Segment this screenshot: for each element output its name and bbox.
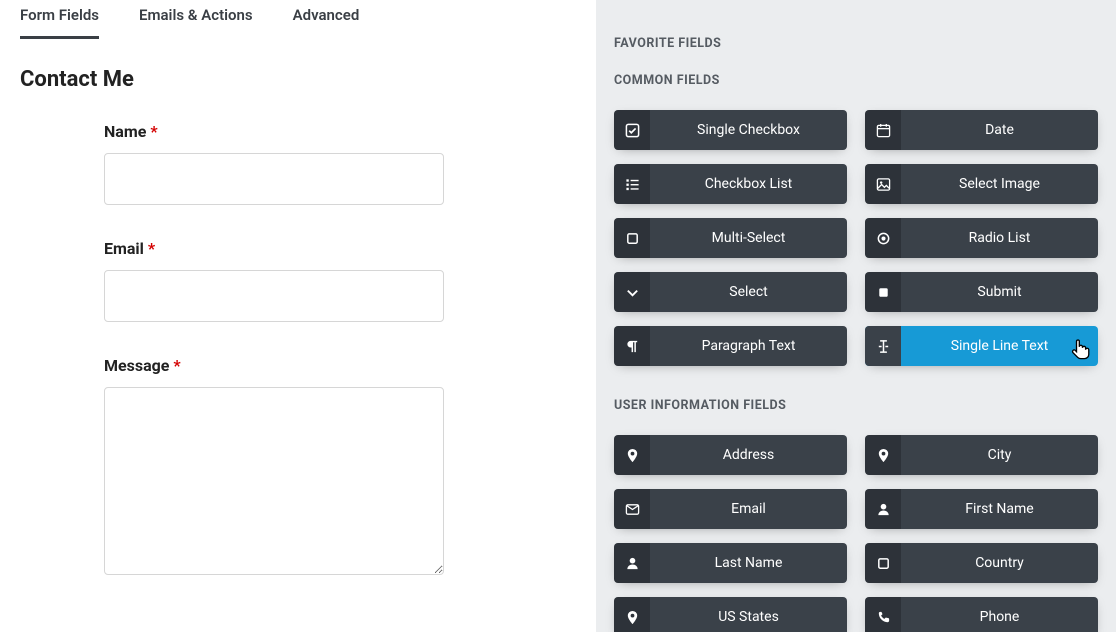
field-message: Message *	[104, 356, 492, 579]
map-pin-icon	[865, 435, 901, 475]
name-input[interactable]	[104, 153, 444, 205]
square-outline-icon	[614, 218, 650, 258]
field-label: Select	[650, 284, 847, 300]
field-single-checkbox[interactable]: Single Checkbox	[614, 110, 847, 150]
list-icon	[614, 164, 650, 204]
common-fields-header: COMMON FIELDS	[614, 73, 1098, 88]
field-city[interactable]: City	[865, 435, 1098, 475]
email-label-row: Email *	[104, 239, 492, 258]
form-editor-panel: Form Fields Emails & Actions Advanced Co…	[0, 0, 596, 632]
field-email[interactable]: Email	[614, 489, 847, 529]
calendar-icon	[865, 110, 901, 150]
field-label: Country	[901, 555, 1098, 571]
square-outline-icon	[865, 543, 901, 583]
field-label: US States	[650, 609, 847, 625]
field-label: Checkbox List	[650, 176, 847, 192]
text-cursor-icon	[865, 326, 901, 366]
field-checkbox-list[interactable]: Checkbox List	[614, 164, 847, 204]
field-submit[interactable]: Submit	[865, 272, 1098, 312]
tab-emails-actions[interactable]: Emails & Actions	[139, 0, 253, 39]
field-select-image[interactable]: Select Image	[865, 164, 1098, 204]
user-info-fields-header: USER INFORMATION FIELDS	[614, 398, 1098, 413]
email-required-marker: *	[148, 239, 155, 258]
field-label: First Name	[901, 501, 1098, 517]
tab-form-fields[interactable]: Form Fields	[20, 0, 99, 39]
field-label: Submit	[901, 284, 1098, 300]
name-required-marker: *	[150, 122, 157, 141]
message-textarea[interactable]	[104, 387, 444, 575]
paragraph-icon	[614, 326, 650, 366]
field-label: Date	[901, 122, 1098, 138]
field-label: City	[901, 447, 1098, 463]
field-phone[interactable]: Phone	[865, 597, 1098, 632]
tab-advanced[interactable]: Advanced	[293, 0, 360, 39]
message-required-marker: *	[173, 356, 180, 375]
message-label: Message	[104, 356, 169, 375]
field-label: Email	[650, 501, 847, 517]
square-filled-icon	[865, 272, 901, 312]
field-label: Single Checkbox	[650, 122, 847, 138]
radio-icon	[865, 218, 901, 258]
form-title[interactable]: Contact Me	[20, 67, 576, 92]
map-pin-icon	[614, 435, 650, 475]
field-label: Select Image	[901, 176, 1098, 192]
field-multi-select[interactable]: Multi-Select	[614, 218, 847, 258]
field-label: Phone	[901, 609, 1098, 625]
field-radio-list[interactable]: Radio List	[865, 218, 1098, 258]
field-single-line-text[interactable]: Single Line Text	[865, 326, 1098, 366]
field-label: Single Line Text	[901, 338, 1098, 354]
user-icon	[614, 543, 650, 583]
field-first-name[interactable]: First Name	[865, 489, 1098, 529]
common-fields-section: COMMON FIELDS Single Checkbox Date Check…	[614, 73, 1098, 366]
field-email: Email *	[104, 239, 492, 322]
field-label: Last Name	[650, 555, 847, 571]
field-last-name[interactable]: Last Name	[614, 543, 847, 583]
name-label: Name	[104, 122, 146, 141]
tab-bar: Form Fields Emails & Actions Advanced	[20, 0, 576, 39]
field-paragraph-text[interactable]: Paragraph Text	[614, 326, 847, 366]
message-label-row: Message *	[104, 356, 492, 375]
field-select[interactable]: Select	[614, 272, 847, 312]
phone-icon	[865, 597, 901, 632]
field-address[interactable]: Address	[614, 435, 847, 475]
user-info-fields-grid: Address City Email First Name	[614, 435, 1098, 632]
field-date[interactable]: Date	[865, 110, 1098, 150]
field-name: Name *	[104, 122, 492, 205]
name-label-row: Name *	[104, 122, 492, 141]
envelope-icon	[614, 489, 650, 529]
fields-palette-panel: FAVORITE FIELDS COMMON FIELDS Single Che…	[596, 0, 1116, 632]
email-input[interactable]	[104, 270, 444, 322]
checkbox-checked-icon	[614, 110, 650, 150]
field-us-states[interactable]: US States	[614, 597, 847, 632]
image-icon	[865, 164, 901, 204]
field-label: Multi-Select	[650, 230, 847, 246]
field-country[interactable]: Country	[865, 543, 1098, 583]
common-fields-grid: Single Checkbox Date Checkbox List Selec…	[614, 110, 1098, 366]
field-label: Paragraph Text	[650, 338, 847, 354]
user-info-fields-section: USER INFORMATION FIELDS Address City Ema…	[614, 398, 1098, 632]
favorite-fields-header: FAVORITE FIELDS	[614, 36, 1098, 51]
form-body: Name * Email * Message *	[20, 122, 576, 579]
email-label: Email	[104, 239, 144, 258]
user-icon	[865, 489, 901, 529]
map-pin-icon	[614, 597, 650, 632]
field-label: Radio List	[901, 230, 1098, 246]
field-label: Address	[650, 447, 847, 463]
chevron-down-icon	[614, 272, 650, 312]
